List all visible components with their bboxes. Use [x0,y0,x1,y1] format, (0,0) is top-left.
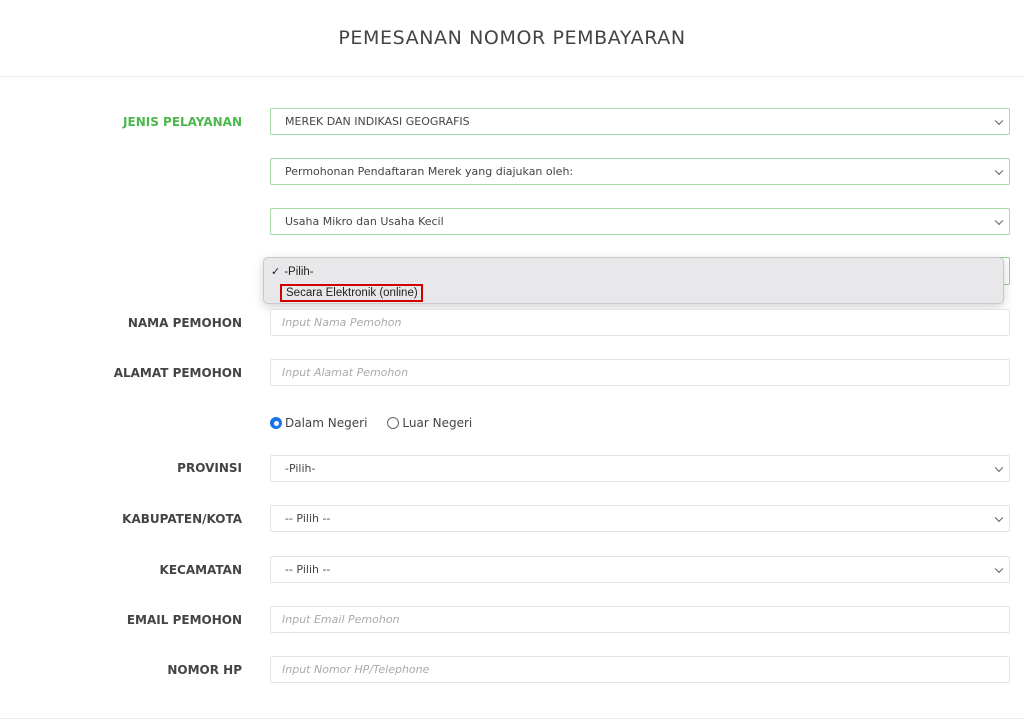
kabupaten-value: -- Pilih -- [285,512,331,525]
usaha-value: Usaha Mikro dan Usaha Kecil [285,215,444,228]
dalam-negeri-label[interactable]: Dalam Negeri [285,416,367,430]
usaha-select[interactable]: Usaha Mikro dan Usaha Kecil [270,208,1010,235]
chevron-down-icon [994,166,1004,175]
kecamatan-value: -- Pilih -- [285,563,331,576]
dropdown-menu: ✓ -Pilih- Secara Elektronik (online) [263,257,1004,304]
footer-divider [0,718,1024,719]
jenis-pelayanan-value: MEREK DAN INDIKASI GEOGRAFIS [285,115,470,128]
permohonan-value: Permohonan Pendaftaran Merek yang diajuk… [285,165,574,178]
kabupaten-label: KABUPATEN/KOTA [122,512,242,526]
dropdown-option-pilih[interactable]: ✓ -Pilih- [271,265,314,279]
email-pemohon-label: EMAIL PEMOHON [126,613,242,627]
kecamatan-label: KECAMATAN [159,563,242,577]
jenis-pelayanan-select[interactable]: MEREK DAN INDIKASI GEOGRAFIS [270,108,1010,135]
luar-negeri-radio[interactable] [387,417,400,429]
nomor-hp-label: NOMOR HP [167,663,242,677]
chevron-down-icon [994,513,1004,522]
chevron-down-icon [994,216,1004,225]
alamat-pemohon-input[interactable] [270,359,1010,386]
page-header: PEMESANAN NOMOR PEMBAYARAN [0,0,1024,77]
provinsi-value: -Pilih- [285,462,316,475]
chevron-down-icon [994,116,1004,125]
dropdown-option-label: -Pilih- [284,265,314,278]
chevron-down-icon [994,463,1004,472]
nama-pemohon-input[interactable] [270,309,1010,336]
provinsi-select[interactable]: -Pilih- [270,455,1010,482]
dalam-negeri-radio[interactable] [270,417,282,429]
dropdown-option-label: Secara Elektronik (online) [286,287,418,299]
email-pemohon-input[interactable] [270,606,1010,633]
provinsi-label: PROVINSI [177,461,242,475]
kabupaten-select[interactable]: -- Pilih -- [270,505,1010,532]
chevron-down-icon [994,564,1004,573]
page-title: PEMESANAN NOMOR PEMBAYARAN [338,27,686,49]
kecamatan-select[interactable]: -- Pilih -- [270,556,1010,583]
checkmark-icon: ✓ [271,266,281,278]
nama-pemohon-label: NAMA PEMOHON [127,316,242,330]
dropdown-option-secara-elektronik[interactable]: Secara Elektronik (online) [280,284,423,302]
permohonan-select[interactable]: Permohonan Pendaftaran Merek yang diajuk… [270,158,1010,185]
luar-negeri-label[interactable]: Luar Negeri [402,416,472,430]
lokasi-radio-group: Dalam Negeri Luar Negeri [270,415,492,431]
jenis-pelayanan-label: JENIS PELAYANAN [123,115,242,129]
nomor-hp-input[interactable] [270,656,1010,683]
alamat-pemohon-label: ALAMAT PEMOHON [113,366,242,380]
